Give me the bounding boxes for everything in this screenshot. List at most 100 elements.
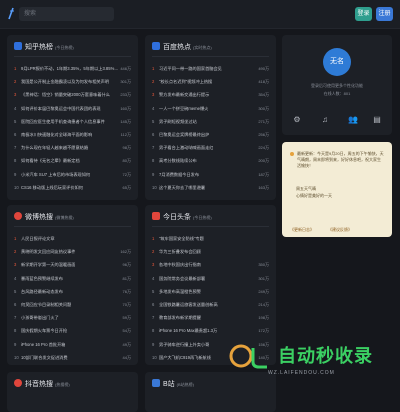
item-title[interactable]: 《黑神话：悟空》销量突破2000万套意味着什么	[21, 88, 110, 101]
item-title[interactable]: 9月LPR报价不动，1年期3.35%，5年期以上3.85%，如何解读	[21, 62, 121, 75]
item-title[interactable]: 这个夏天你去了哪里避暑	[159, 181, 205, 194]
item-title[interactable]: 10部门联合发文促进消费	[21, 351, 68, 364]
list-item[interactable]: 8 国庆假期火车票今日开抢 54万	[14, 324, 131, 337]
item-title[interactable]: 巴黎奥运会奖牌榜最终出炉	[159, 128, 209, 141]
item-title[interactable]: 医院回应医生使用手机查询患者个人信息事件	[21, 115, 105, 128]
item-title[interactable]: 黄晓明发文回应网友热议事件	[21, 245, 75, 258]
item-title[interactable]: 小孩哥带崽出门火了	[21, 311, 59, 324]
list-item[interactable]: 6 南极冰川快速融化对全球海平面的影响 112万	[14, 128, 131, 141]
item-title[interactable]: "筑牢国家安全防线"专题	[159, 232, 204, 245]
item-title[interactable]: 各地中秋国庆出行指南	[159, 258, 201, 271]
item-title[interactable]: 台风路径最新动态发布	[21, 285, 63, 298]
rank-number: 8	[14, 158, 17, 164]
list-item[interactable]: 6 何炅回应节目录制相关问题 70万	[14, 298, 131, 311]
rank-number: 3	[152, 92, 155, 98]
list-item[interactable]: 6 巴黎奥运会奖牌榜最终出炉 256万	[152, 128, 269, 141]
item-title[interactable]: 何炅回应节目录制相关问题	[21, 298, 71, 311]
item-title[interactable]: 网络热梗盘点出炉	[21, 364, 55, 365]
list-item[interactable]: 7 为什么现在年轻人越来越不愿意结婚 98万	[14, 141, 131, 154]
list-item[interactable]: 3 《黑神话：悟空》销量突破2000万套意味着什么 233万	[14, 88, 131, 101]
changelog-link[interactable]: 《更新日志》	[290, 227, 314, 232]
list-item[interactable]: 9 7月消费数据今日发布 187万	[152, 168, 269, 181]
hot-value: 49万	[122, 341, 131, 347]
hot-value: 271万	[258, 118, 269, 124]
item-title[interactable]: 男子看台上激动呐喊画面走红	[159, 141, 213, 154]
item-title[interactable]: 教育部发布新学期提醒	[159, 311, 201, 324]
list-item[interactable]: 1 习近平同一带一路的国家首脑会见 490万	[152, 62, 269, 75]
list-item[interactable]: 11网络热梗盘点出炉 38万	[14, 364, 131, 365]
item-title[interactable]: 男子骑车逆行撞上外卖小哥	[159, 338, 209, 351]
list-item[interactable]: 10 CS16 移动版上线后玩家评价如何 65万	[14, 181, 131, 194]
item-title[interactable]: 男子刷短视频坐过站	[159, 115, 197, 128]
music-icon[interactable]: ♫	[320, 115, 330, 125]
item-title[interactable]: 全国铁路暑运旅客发送量创新高	[159, 298, 218, 311]
item-title[interactable]: 国庆假期火车票今日开抢	[21, 324, 67, 337]
search-input[interactable]: 搜索	[19, 7, 114, 21]
item-title[interactable]: 习近平同一带一路的国家首脑会见	[159, 62, 222, 75]
list-item[interactable]: 2 黄晓明发文回应网友热议事件 162万	[14, 245, 131, 258]
item-title[interactable]: 如何看待《无名之辈》最新定档	[21, 154, 80, 167]
item-title[interactable]: 国产大飞机C919再飞新航线	[159, 351, 211, 364]
list-item[interactable]: 2 "校长点名迟到"视频冲上热搜 418万	[152, 75, 269, 88]
item-title[interactable]: 国务院常务会议最新部署	[159, 272, 205, 285]
item-title[interactable]: 小米汽车 SU7 上市后的市场表现如何	[21, 168, 90, 181]
list-item[interactable]: 8 如何看待《无名之辈》最新定档 80万	[14, 154, 131, 167]
list-item[interactable]: 4 一人一个拼豆碗meme爆火 300万	[152, 102, 269, 115]
item-title[interactable]: 新学期开学第一天的温暖画面	[21, 258, 75, 271]
list-item[interactable]: 8 iPhone 16 Pro Max最贵超1.3万 172万	[152, 324, 269, 337]
list-item[interactable]: 7 男子看台上激动呐喊画面走红 224万	[152, 141, 269, 154]
list-item[interactable]: 5 医院回应医生使用手机查询患者个人信息事件 145万	[14, 115, 131, 128]
item-title[interactable]: 暴雨蓝色预警继续发布	[21, 272, 63, 285]
list-item[interactable]: 9 小米汽车 SU7 上市后的市场表现如何 72万	[14, 168, 131, 181]
list-item[interactable]: 5 男子刷短视频坐过站 271万	[152, 115, 269, 128]
avatar[interactable]: 无名	[323, 48, 351, 76]
item-title[interactable]: 如何评价本届巴黎奥运会中国代表团的表现	[21, 102, 101, 115]
item-title[interactable]: 华为三折叠发布会回顾	[159, 245, 201, 258]
item-title[interactable]: 多地发布高温橙色预警	[159, 285, 201, 298]
list-item[interactable]: 1 9月LPR报价不动，1年期3.35%，5年期以上3.85%，如何解读446万	[14, 62, 131, 75]
site-logo-icon[interactable]	[7, 7, 16, 20]
item-title[interactable]: 警方发布最新交通出行提示	[159, 88, 209, 101]
list-item[interactable]: 1 "筑牢国家安全防线"专题	[152, 232, 269, 245]
hot-value: 446万	[120, 66, 131, 71]
item-title[interactable]: 7月消费数据今日发布	[159, 168, 199, 181]
rank-number: 2	[14, 249, 17, 255]
item-title[interactable]: 南极冰川快速融化对全球海平面的影响	[21, 128, 92, 141]
list-item[interactable]: 10 10部门联合发文促进消费 44万	[14, 351, 131, 364]
list-item[interactable]: 4 国务院常务会议最新部署 301万	[152, 272, 269, 285]
item-title[interactable]: 国际油价大幅下跌	[159, 364, 193, 365]
list-item[interactable]: 7 小孩哥带崽出门火了 59万	[14, 311, 131, 324]
list-item[interactable]: 9 iPhone 16 Pro 首批开箱 49万	[14, 338, 131, 351]
item-title[interactable]: 一人一个拼豆碗meme爆火	[159, 102, 208, 115]
list-item[interactable]: 4 暴雨蓝色预警继续发布 81万	[14, 272, 131, 285]
settings-icon[interactable]: ⚙	[292, 115, 302, 125]
list-item[interactable]: 6 全国铁路暑运旅客发送量创新高 214万	[152, 298, 269, 311]
item-title[interactable]: 我国是公开制止金融霸凌以及为何发布相关声明	[21, 75, 109, 88]
item-title[interactable]: "校长点名迟到"视频冲上热搜	[159, 75, 212, 88]
list-item[interactable]: 3 新学期开学第一天的温暖画面 96万	[14, 258, 131, 271]
douyin-icon	[14, 379, 22, 387]
hot-value: 301万	[120, 79, 131, 85]
item-title[interactable]: 人民日报评论文章	[21, 232, 55, 245]
users-icon[interactable]: 👥	[348, 115, 358, 125]
item-title[interactable]: 为什么现在年轻人越来越不愿意结婚	[21, 141, 88, 154]
feedback-link[interactable]: 《建议反馈》	[330, 227, 352, 232]
item-title[interactable]: iPhone 16 Pro 首批开箱	[21, 338, 65, 351]
item-title[interactable]: 高考分数线陆续公布	[159, 154, 197, 167]
list-item[interactable]: 3 警方发布最新交通出行提示 354万	[152, 88, 269, 101]
list-item[interactable]: 2 我国是公开制止金融霸凌以及为何发布相关声明 301万	[14, 75, 131, 88]
list-item[interactable]: 2 华为三折叠发布会回顾	[152, 245, 269, 258]
item-title[interactable]: iPhone 16 Pro Max最贵超1.3万	[159, 324, 217, 337]
list-item[interactable]: 5 多地发布高温橙色预警 249万	[152, 285, 269, 298]
document-icon[interactable]: ▤	[372, 115, 382, 125]
list-item[interactable]: 3 各地中秋国庆出行指南 350万	[152, 258, 269, 271]
login-button[interactable]: 登录	[355, 7, 372, 21]
list-item[interactable]: 5 台风路径最新动态发布 76万	[14, 285, 131, 298]
list-item[interactable]: 4 如何评价本届巴黎奥运会中国代表团的表现 160万	[14, 102, 131, 115]
list-item[interactable]: 1 人民日报评论文章	[14, 232, 131, 245]
item-title[interactable]: CS16 移动版上线后玩家评价如何	[21, 181, 83, 194]
list-item[interactable]: 7 教育部发布新学期提醒 198万	[152, 311, 269, 324]
list-item[interactable]: 8 高考分数线陆续公布 200万	[152, 154, 269, 167]
list-item[interactable]: 10 这个夏天你去了哪里避暑 163万	[152, 181, 269, 194]
register-button[interactable]: 注册	[376, 7, 393, 21]
